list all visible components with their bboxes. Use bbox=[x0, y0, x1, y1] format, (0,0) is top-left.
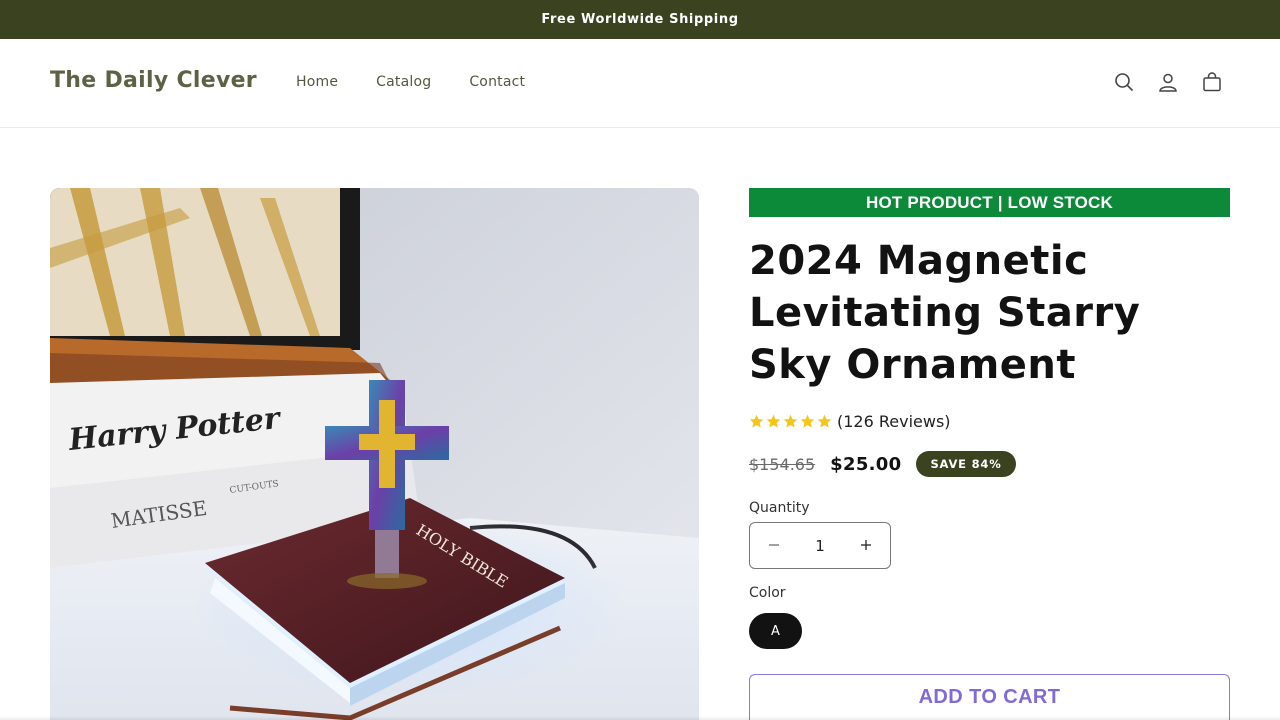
announcement-text: Free Worldwide Shipping bbox=[541, 12, 739, 27]
price-row: $154.65 $25.00 SAVE 84% bbox=[749, 450, 1230, 478]
star-icon bbox=[749, 414, 764, 427]
color-label: Color bbox=[749, 585, 786, 601]
quantity-label: Quantity bbox=[749, 500, 810, 516]
color-option-a[interactable]: A bbox=[749, 613, 802, 649]
product-image[interactable]: Harry Potter MATISSE CUT-OUTS HOLY BIBLE bbox=[50, 188, 699, 720]
star-icon bbox=[766, 414, 781, 427]
bottom-shadow bbox=[0, 716, 1280, 720]
header-icons bbox=[1112, 70, 1224, 94]
search-icon[interactable] bbox=[1112, 70, 1136, 94]
increase-quantity-button[interactable] bbox=[850, 530, 882, 562]
plus-icon bbox=[861, 540, 871, 550]
decrease-quantity-button[interactable] bbox=[758, 530, 790, 562]
sale-price: $25.00 bbox=[830, 453, 902, 475]
announcement-bar: Free Worldwide Shipping bbox=[0, 0, 1280, 39]
account-icon[interactable] bbox=[1156, 70, 1180, 94]
site-logo[interactable]: The Daily Clever bbox=[50, 68, 257, 93]
minus-icon bbox=[769, 544, 779, 546]
product-rating[interactable]: (126 Reviews) bbox=[749, 410, 1230, 432]
star-icon bbox=[783, 414, 798, 427]
product-info: HOT PRODUCT | LOW STOCK 2024 Magnetic Le… bbox=[749, 188, 1230, 649]
star-icon bbox=[800, 414, 815, 427]
site-header: The Daily Clever Home Catalog Contact bbox=[0, 39, 1280, 128]
nav-home[interactable]: Home bbox=[296, 74, 338, 90]
quantity-input[interactable] bbox=[800, 536, 840, 555]
rating-stars bbox=[749, 414, 832, 429]
quantity-stepper bbox=[749, 522, 891, 569]
cart-icon[interactable] bbox=[1200, 70, 1224, 94]
nav-catalog[interactable]: Catalog bbox=[376, 74, 431, 90]
hot-product-badge: HOT PRODUCT | LOW STOCK bbox=[749, 188, 1230, 217]
main-nav: Home Catalog Contact bbox=[296, 74, 563, 90]
compare-at-price: $154.65 bbox=[749, 454, 816, 474]
save-badge: SAVE 84% bbox=[916, 451, 1016, 477]
nav-contact[interactable]: Contact bbox=[469, 74, 525, 90]
add-to-cart-button[interactable]: ADD TO CART bbox=[749, 674, 1230, 720]
product-title: 2024 Magnetic Levitating Starry Sky Orna… bbox=[749, 238, 1141, 388]
star-icon bbox=[817, 414, 832, 427]
review-count[interactable]: (126 Reviews) bbox=[837, 412, 951, 431]
